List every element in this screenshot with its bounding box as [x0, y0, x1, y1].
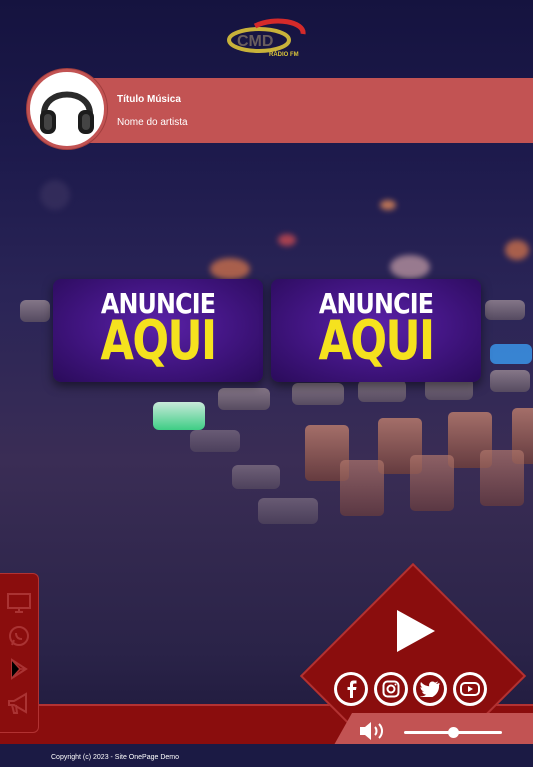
- facebook-button[interactable]: [334, 672, 368, 706]
- twitter-button[interactable]: [413, 672, 447, 706]
- volume-slider-thumb[interactable]: [447, 727, 459, 738]
- now-playing-bar: [60, 78, 533, 143]
- logo-text: CMD: [237, 33, 273, 50]
- play-button[interactable]: [395, 608, 437, 654]
- song-title: Título Música: [117, 94, 181, 105]
- whatsapp-icon[interactable]: [4, 621, 34, 651]
- instagram-icon: [382, 680, 400, 698]
- album-art: [27, 69, 107, 149]
- facebook-icon: [347, 680, 357, 698]
- ad-banner[interactable]: ANUNCIE AQUI: [53, 279, 263, 382]
- footer: Copyright (c) 2023 - Site OnePage Demo: [0, 744, 533, 767]
- copyright-text: Copyright (c) 2023 - Site OnePage Demo: [51, 754, 180, 761]
- mute-button[interactable]: [358, 720, 386, 742]
- artist-name: Nome do artista: [117, 117, 188, 128]
- ad-banner[interactable]: ANUNCIE AQUI: [271, 279, 481, 382]
- youtube-icon: [460, 682, 480, 696]
- youtube-button[interactable]: [453, 672, 487, 706]
- ad-line2: AQUI: [100, 309, 218, 372]
- megaphone-icon[interactable]: [4, 689, 34, 719]
- tv-icon[interactable]: [4, 588, 34, 618]
- headphones-icon: [40, 91, 94, 134]
- speaker-icon: [360, 722, 383, 740]
- ad-line2: AQUI: [318, 309, 436, 372]
- volume-slider[interactable]: [404, 727, 502, 738]
- station-logo[interactable]: CMD RÁDIO FM: [225, 18, 309, 60]
- twitter-icon: [420, 681, 440, 697]
- sidebar: [0, 573, 39, 733]
- google-play-icon[interactable]: [4, 654, 34, 684]
- play-icon: [397, 610, 435, 652]
- logo-subtext: RÁDIO FM: [269, 51, 299, 58]
- instagram-button[interactable]: [374, 672, 408, 706]
